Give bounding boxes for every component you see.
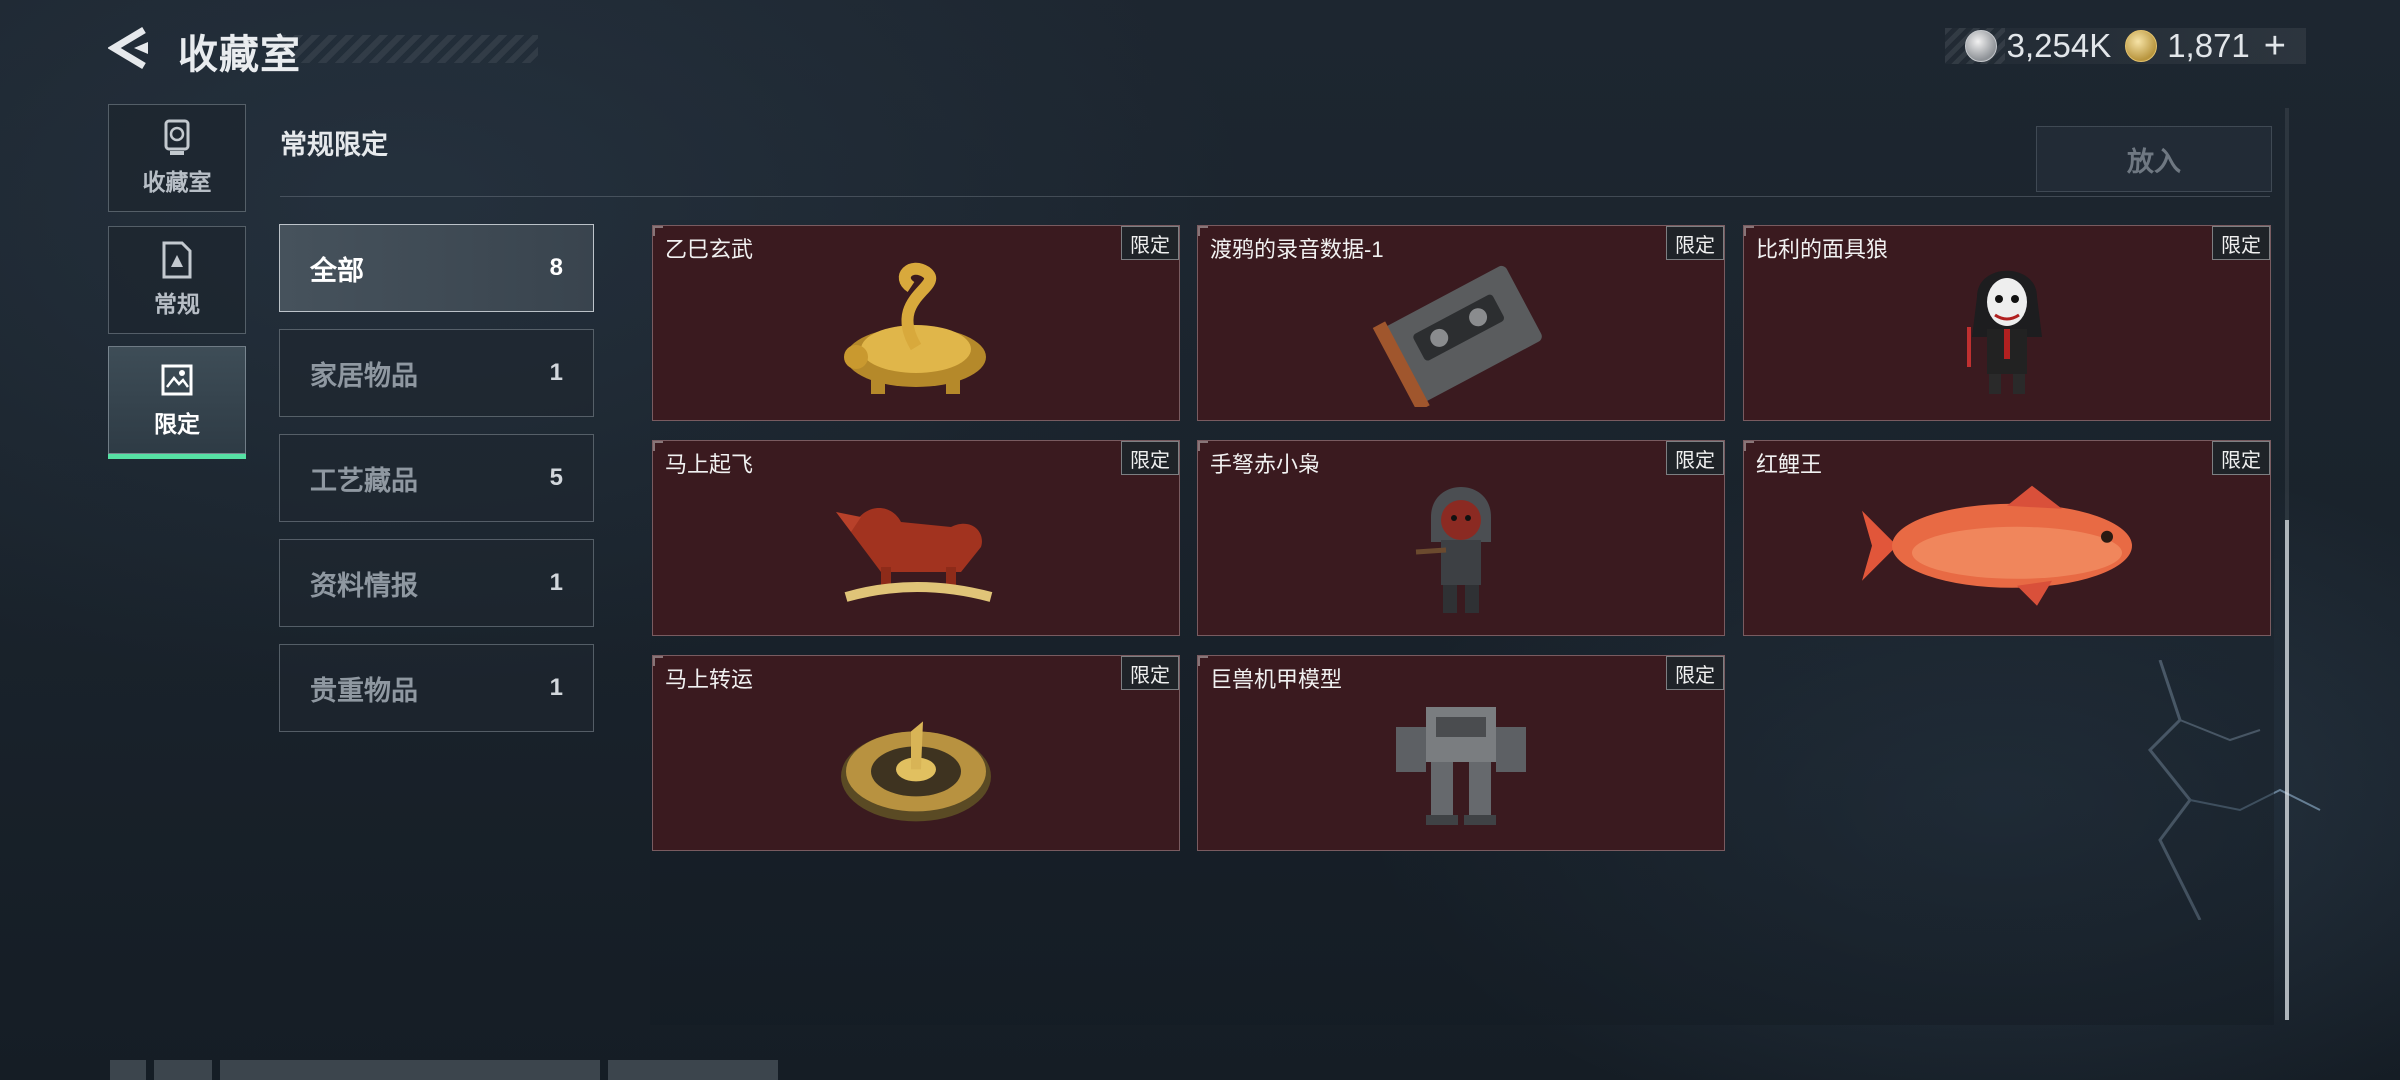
- category-name: 全部: [310, 255, 364, 286]
- golden-wheel-icon: [841, 721, 991, 822]
- limited-tag: 限定: [2212, 441, 2270, 475]
- gold-coin-icon: [2125, 30, 2158, 62]
- category-name: 贵重物品: [310, 675, 418, 706]
- limited-tag: 限定: [1666, 441, 1724, 475]
- rail-item-collection-room[interactable]: 收藏室: [108, 104, 246, 212]
- limited-tag: 限定: [2212, 226, 2270, 260]
- golden-tortoise-snake-icon: [844, 262, 986, 394]
- category-name: 工艺藏品: [310, 465, 418, 496]
- mech-model-icon: [1396, 707, 1526, 825]
- category-all[interactable]: 全部 8: [279, 224, 594, 312]
- gold-currency: 1,871 +: [2125, 25, 2286, 68]
- item-name: 渡鸦的录音数据-1: [1210, 237, 1384, 262]
- rail-item-label: 收藏室: [142, 169, 212, 195]
- item-card[interactable]: 手弩赤小枭 限定: [1197, 440, 1725, 636]
- limited-tag: 限定: [1121, 441, 1179, 475]
- puppet-figure-icon: [1967, 270, 2042, 394]
- limited-tag: 限定: [1666, 656, 1724, 690]
- red-carp-icon: [1862, 485, 2132, 606]
- rail-item-label: 常规: [154, 291, 200, 317]
- item-card[interactable]: 渡鸦的录音数据-1 限定: [1197, 225, 1725, 421]
- place-button[interactable]: 放入: [2036, 126, 2272, 192]
- rail-item-limited[interactable]: 限定: [108, 346, 246, 459]
- category-craft-collectibles[interactable]: 工艺藏品 5: [279, 434, 594, 522]
- category-count: 1: [549, 674, 563, 701]
- item-name: 比利的面具狼: [1756, 237, 1889, 262]
- rail-item-regular[interactable]: 常规: [108, 226, 246, 334]
- item-name: 手弩赤小枭: [1210, 452, 1321, 477]
- category-name: 资料情报: [310, 570, 418, 601]
- section-title: 常规限定: [280, 130, 388, 160]
- item-card[interactable]: 马上起飞 限定: [652, 440, 1180, 636]
- item-card[interactable]: 巨兽机甲模型 限定: [1197, 655, 1725, 851]
- document-icon: [162, 241, 192, 279]
- trophy-icon: [164, 119, 190, 155]
- category-count: 1: [549, 359, 563, 386]
- horse-statue-icon: [836, 508, 993, 602]
- silver-currency: 3,254K: [1964, 27, 2112, 65]
- category-count: 5: [549, 464, 563, 491]
- item-card[interactable]: 比利的面具狼 限定: [1743, 225, 2271, 421]
- limited-tag: 限定: [1666, 226, 1724, 260]
- category-valuables[interactable]: 贵重物品 1: [279, 644, 594, 732]
- item-name: 马上起飞: [665, 452, 754, 477]
- item-card[interactable]: 乙巳玄武 限定: [652, 225, 1180, 421]
- limited-tag: 限定: [1121, 226, 1179, 260]
- item-name: 巨兽机甲模型: [1210, 667, 1343, 692]
- category-home-items[interactable]: 家居物品 1: [279, 329, 594, 417]
- add-currency-button[interactable]: +: [2264, 25, 2286, 68]
- title-decoration: [278, 35, 538, 63]
- item-card[interactable]: 马上转运 限定: [652, 655, 1180, 851]
- gold-currency-value: 1,871: [2167, 27, 2250, 64]
- category-count: 1: [549, 569, 563, 596]
- limited-tag: 限定: [1121, 656, 1179, 690]
- item-name: 乙巳玄武: [665, 237, 754, 262]
- page-title: 收藏室: [178, 33, 301, 77]
- cassette-tape-icon: [1372, 265, 1542, 407]
- bottom-status-strip: [110, 1060, 860, 1080]
- picture-icon: [161, 364, 193, 396]
- item-card[interactable]: 红鲤王 限定: [1743, 440, 2271, 636]
- back-arrow-icon[interactable]: [108, 26, 150, 70]
- item-name: 红鲤王: [1756, 452, 1823, 477]
- silver-currency-value: 3,254K: [2006, 27, 2112, 64]
- category-count: 8: [549, 254, 563, 281]
- hooded-figure-icon: [1415, 487, 1491, 613]
- rail-item-label: 限定: [154, 411, 200, 437]
- scrollbar-thumb[interactable]: [2285, 520, 2289, 1020]
- silver-coin-icon: [1964, 30, 1997, 62]
- item-name: 马上转运: [665, 667, 754, 692]
- category-intel-documents[interactable]: 资料情报 1: [279, 539, 594, 627]
- category-name: 家居物品: [310, 360, 418, 391]
- section-divider: [280, 196, 2270, 197]
- currency-bar: 3,254K 1,871 +: [1944, 25, 2306, 67]
